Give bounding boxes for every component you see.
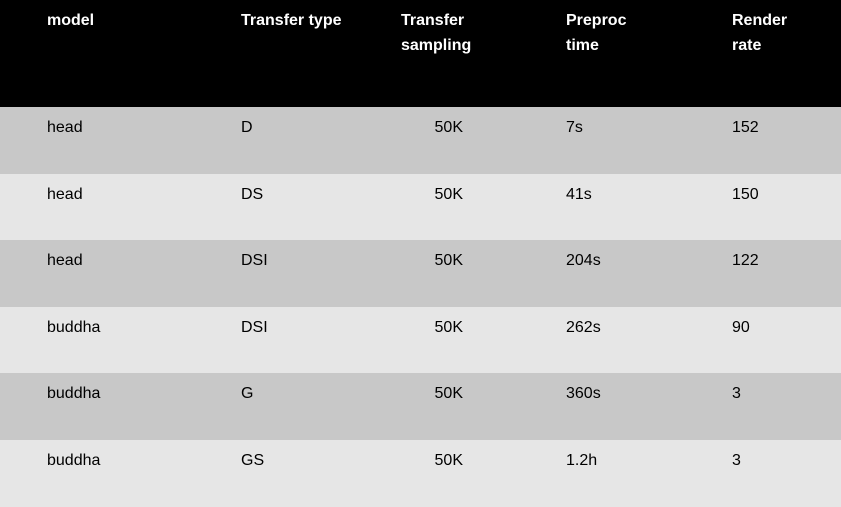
table-row: buddha G 50K 360s 3: [0, 373, 841, 440]
cell-render-rate: 152: [732, 119, 759, 136]
cell-render-rate: 3: [732, 385, 741, 402]
table-row: head D 50K 7s 152: [0, 107, 841, 174]
cell-preproc-time: 262s: [566, 319, 601, 336]
cell-preproc-time: 204s: [566, 252, 601, 269]
cell-transfer-type: DSI: [241, 319, 268, 336]
header-render-rate: Render rate: [732, 12, 788, 54]
results-table: model Transfer type Transfer sampling Pr…: [0, 0, 841, 507]
header-model: model: [47, 12, 95, 29]
cell-preproc-time: 41s: [566, 186, 592, 203]
table-row: buddha DSI 50K 262s 90: [0, 307, 841, 374]
cell-render-rate: 122: [732, 252, 759, 269]
cell-model: head: [47, 252, 83, 269]
cell-model: buddha: [47, 385, 101, 402]
cell-model: head: [47, 119, 83, 136]
cell-render-rate: 3: [732, 452, 741, 469]
cell-transfer-sampling: 50K: [434, 186, 463, 203]
cell-transfer-type: DSI: [241, 252, 268, 269]
cell-render-rate: 150: [732, 186, 759, 203]
cell-preproc-time: 7s: [566, 119, 583, 136]
header-preproc-time: Preproc time: [566, 12, 627, 54]
cell-transfer-type: DS: [241, 186, 264, 203]
cell-transfer-type: D: [241, 119, 253, 136]
table-row: buddha GS 50K 1.2h 3: [0, 440, 841, 507]
header-transfer-type: Transfer type: [241, 12, 342, 29]
cell-preproc-time: 1.2h: [566, 452, 598, 469]
cell-render-rate: 90: [732, 319, 750, 336]
cell-transfer-type: G: [241, 385, 254, 402]
header-transfer-sampling: Transfer sampling: [401, 12, 472, 54]
cell-transfer-sampling: 50K: [434, 452, 463, 469]
cell-transfer-type: GS: [241, 452, 265, 469]
cell-transfer-sampling: 50K: [434, 385, 463, 402]
cell-transfer-sampling: 50K: [434, 119, 463, 136]
cell-transfer-sampling: 50K: [434, 252, 463, 269]
table-header: model Transfer type Transfer sampling Pr…: [0, 0, 841, 107]
table-row: head DSI 50K 204s 122: [0, 240, 841, 307]
table-row: head DS 50K 41s 150: [0, 174, 841, 241]
cell-transfer-sampling: 50K: [434, 319, 463, 336]
cell-preproc-time: 360s: [566, 385, 601, 402]
cell-model: head: [47, 186, 83, 203]
cell-model: buddha: [47, 452, 101, 469]
cell-model: buddha: [47, 319, 101, 336]
